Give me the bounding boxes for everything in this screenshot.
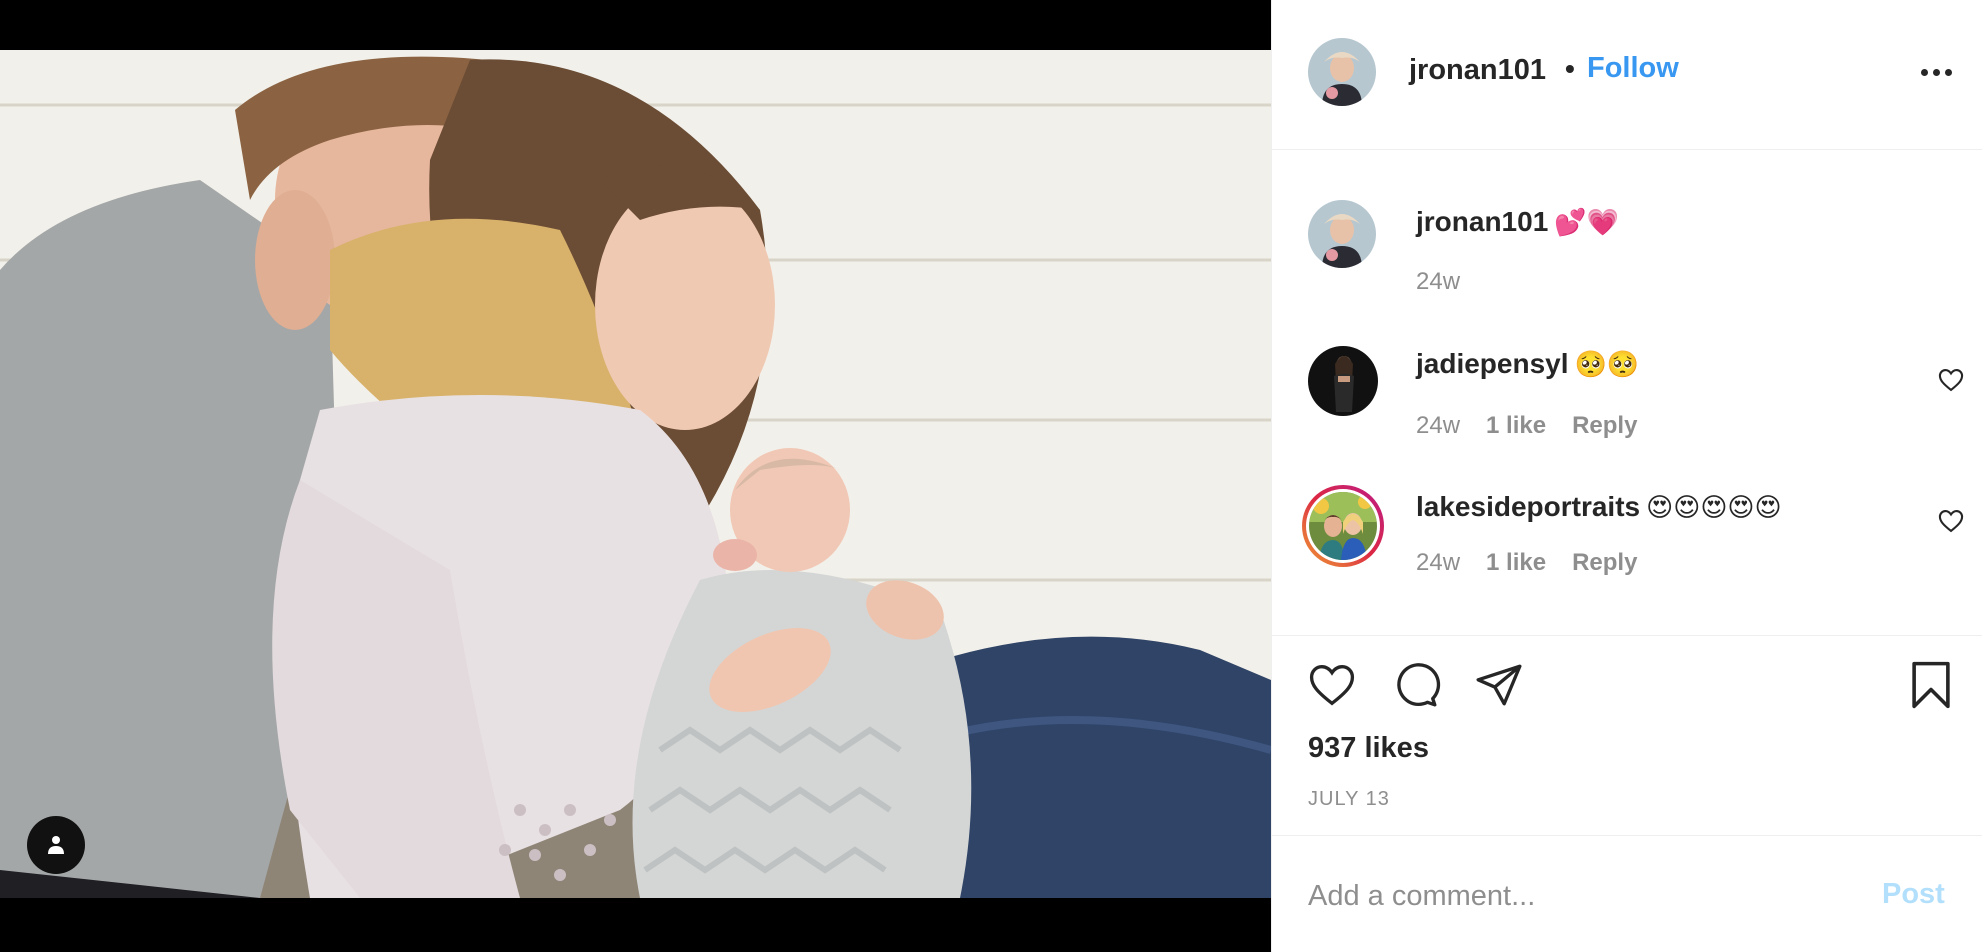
separator-dot: • — [1565, 53, 1575, 84]
comment-composer: Post — [1272, 835, 1982, 952]
share-icon[interactable] — [1472, 660, 1526, 710]
comment-meta: 24w 1 like Reply — [1416, 549, 1637, 577]
caption-avatar[interactable] — [1308, 200, 1376, 268]
post-media — [0, 0, 1271, 952]
comments-section: jronan101 💕💗 24w jadiepensyl 🥺🥺 24w 1 li… — [1272, 150, 1982, 635]
comment-body: jadiepensyl 🥺🥺 — [1416, 348, 1639, 380]
commenter-avatar-image — [1309, 492, 1377, 560]
user-tag-icon — [48, 836, 64, 854]
caption-meta: 24w — [1416, 268, 1460, 296]
reply-button[interactable]: Reply — [1572, 549, 1637, 577]
comment-body: lakesideportraits 😍😍😍😍😍 — [1416, 491, 1782, 523]
instagram-post-modal: jronan101 • Follow jronan101 💕💗 24w jadi… — [0, 0, 1982, 952]
comment-time[interactable]: 24w — [1416, 549, 1460, 577]
caption-avatar-image — [1308, 200, 1376, 268]
author-avatar[interactable] — [1308, 38, 1376, 106]
add-comment-input[interactable] — [1308, 874, 1848, 918]
commenter-avatar-image — [1308, 346, 1378, 416]
author-avatar-image — [1308, 38, 1376, 106]
author-username[interactable]: jronan101 — [1409, 54, 1546, 87]
comment-text: 🥺🥺 — [1574, 349, 1640, 379]
bookmark-icon[interactable] — [1904, 658, 1958, 712]
comment-text: 😍😍😍😍😍 — [1646, 492, 1782, 522]
follow-button[interactable]: Follow — [1587, 52, 1679, 85]
caption-body: jronan101 💕💗 — [1416, 206, 1619, 238]
comment-likes[interactable]: 1 like — [1486, 549, 1546, 577]
comment-like-heart-icon[interactable] — [1937, 366, 1965, 394]
photo-illustration — [0, 50, 1271, 898]
commenter-avatar[interactable] — [1308, 346, 1378, 416]
post-header: jronan101 • Follow — [1272, 0, 1982, 150]
comment-username[interactable]: jadiepensyl — [1416, 348, 1569, 379]
comment-likes[interactable]: 1 like — [1486, 412, 1546, 440]
comment-icon[interactable] — [1388, 660, 1442, 710]
post-photo[interactable] — [0, 50, 1271, 898]
post-date[interactable]: JULY 13 — [1308, 788, 1390, 811]
post-sidebar: jronan101 • Follow jronan101 💕💗 24w jadi… — [1271, 0, 1982, 952]
comment-meta: 24w 1 like Reply — [1416, 412, 1637, 440]
post-comment-button[interactable]: Post — [1882, 878, 1945, 911]
caption-text: 💕💗 — [1554, 207, 1620, 237]
reply-button[interactable]: Reply — [1572, 412, 1637, 440]
comment-time[interactable]: 24w — [1416, 412, 1460, 440]
more-options-icon[interactable] — [1914, 60, 1958, 84]
user-tag-button[interactable] — [27, 816, 85, 874]
caption-time[interactable]: 24w — [1416, 268, 1460, 296]
caption-username[interactable]: jronan101 — [1416, 206, 1548, 237]
comment-username[interactable]: lakesideportraits — [1416, 491, 1640, 522]
comment-like-heart-icon[interactable] — [1937, 507, 1965, 535]
likes-count[interactable]: 937 likes — [1308, 732, 1429, 765]
post-actions: 937 likes JULY 13 — [1272, 635, 1982, 835]
commenter-avatar-story-ring[interactable] — [1302, 485, 1384, 567]
heart-icon[interactable] — [1305, 660, 1359, 710]
